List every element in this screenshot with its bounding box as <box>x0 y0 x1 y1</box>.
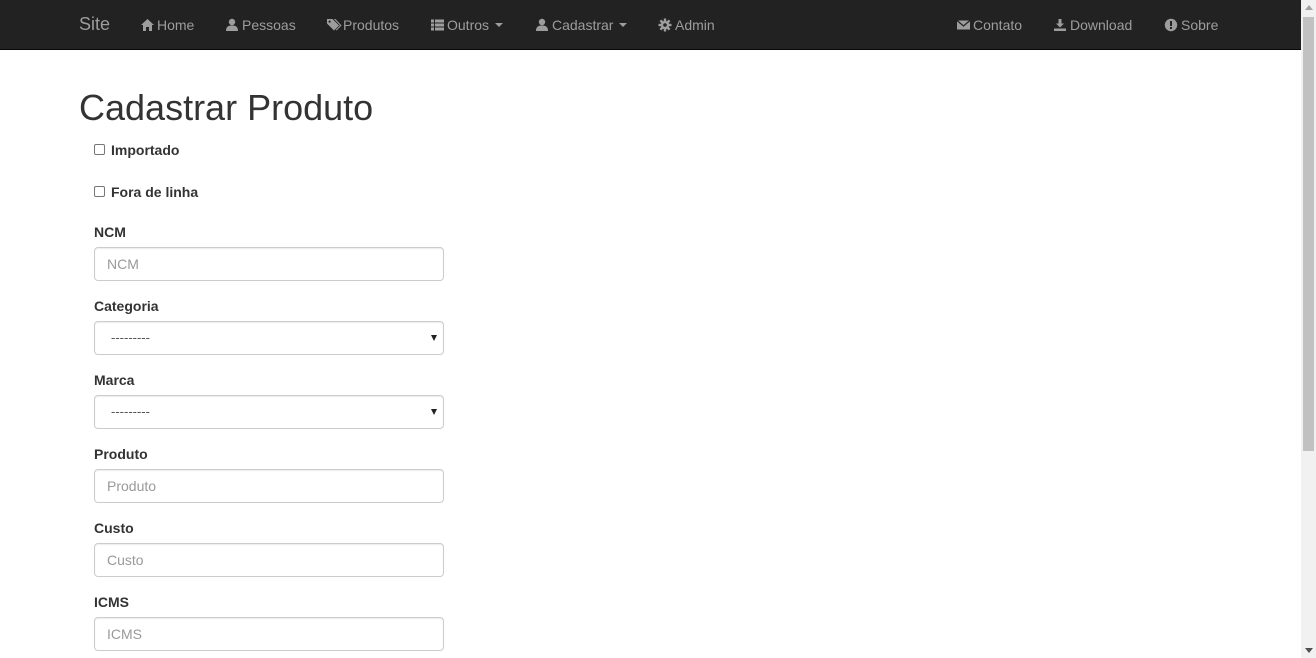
marca-selected-value: --------- <box>111 404 150 419</box>
select-arrow-icon <box>431 409 437 415</box>
nav-item-label: Home <box>157 17 195 33</box>
categoria-label: Categoria <box>94 298 159 314</box>
gear-icon <box>658 18 673 32</box>
scroll-up-arrow-icon[interactable] <box>1305 5 1313 10</box>
select-arrow-icon <box>431 335 437 341</box>
nav-item-produtos[interactable]: Produtos <box>326 15 399 35</box>
produto-input[interactable]: Produto <box>94 469 444 503</box>
importado-checkbox-row: Importado <box>94 140 179 160</box>
nav-item-outros[interactable]: Outros <box>430 15 504 35</box>
vertical-scrollbar[interactable] <box>1301 0 1316 658</box>
produto-label: Produto <box>94 446 148 462</box>
exclamation-circle-icon <box>1164 18 1179 32</box>
caret-down-icon <box>619 23 628 27</box>
navbar-brand[interactable]: Site <box>79 14 110 34</box>
nav-item-admin[interactable]: Admin <box>658 15 715 35</box>
nav-item-label: Download <box>1070 17 1133 33</box>
nav-item-sobre[interactable]: Sobre <box>1164 15 1218 35</box>
tags-icon <box>326 18 342 32</box>
custo-input[interactable]: Custo <box>94 543 444 577</box>
custo-label: Custo <box>94 520 134 536</box>
user-icon <box>225 18 240 32</box>
caret-down-icon <box>495 23 504 27</box>
fora-de-linha-checkbox-row: Fora de linha <box>94 182 198 202</box>
nav-item-label: Outros <box>447 17 490 33</box>
nav-item-label: Contato <box>973 17 1023 33</box>
list-icon <box>430 18 445 32</box>
home-icon <box>140 18 155 32</box>
fora-de-linha-checkbox[interactable] <box>94 185 105 197</box>
nav-item-download[interactable]: Download <box>1053 15 1132 35</box>
scrollbar-thumb[interactable] <box>1303 17 1314 451</box>
user-icon <box>535 18 550 32</box>
nav-item-contato[interactable]: Contato <box>956 15 1022 35</box>
nav-item-label: Sobre <box>1181 17 1219 33</box>
download-icon <box>1053 18 1068 32</box>
icms-label: ICMS <box>94 594 129 610</box>
nav-item-label: Pessoas <box>242 17 296 33</box>
page-title: Cadastrar Produto <box>79 87 374 128</box>
icms-input[interactable]: ICMS <box>94 617 444 651</box>
nav-item-cadastrar[interactable]: Cadastrar <box>535 15 628 35</box>
ncm-input[interactable]: NCM <box>94 247 444 281</box>
nav-item-home[interactable]: Home <box>140 15 194 35</box>
categoria-selected-value: --------- <box>111 330 150 345</box>
scroll-down-arrow-icon[interactable] <box>1305 648 1313 653</box>
nav-item-pessoas[interactable]: Pessoas <box>225 15 296 35</box>
envelope-icon <box>956 18 971 32</box>
categoria-select[interactable]: --------- <box>94 321 444 355</box>
marca-label: Marca <box>94 372 135 388</box>
importado-checkbox[interactable] <box>94 143 105 155</box>
importado-label[interactable]: Importado <box>111 142 179 158</box>
nav-item-label: Cadastrar <box>552 17 614 33</box>
nav-item-label: Admin <box>675 17 715 33</box>
nav-item-label: Produtos <box>343 17 400 33</box>
top-navbar: Site Home Pessoas Produtos Outros Cadast… <box>0 0 1301 50</box>
marca-select[interactable]: --------- <box>94 395 444 429</box>
ncm-label: NCM <box>94 224 126 240</box>
fora-de-linha-label[interactable]: Fora de linha <box>111 184 198 200</box>
page-viewport: Site Home Pessoas Produtos Outros Cadast… <box>0 0 1301 658</box>
